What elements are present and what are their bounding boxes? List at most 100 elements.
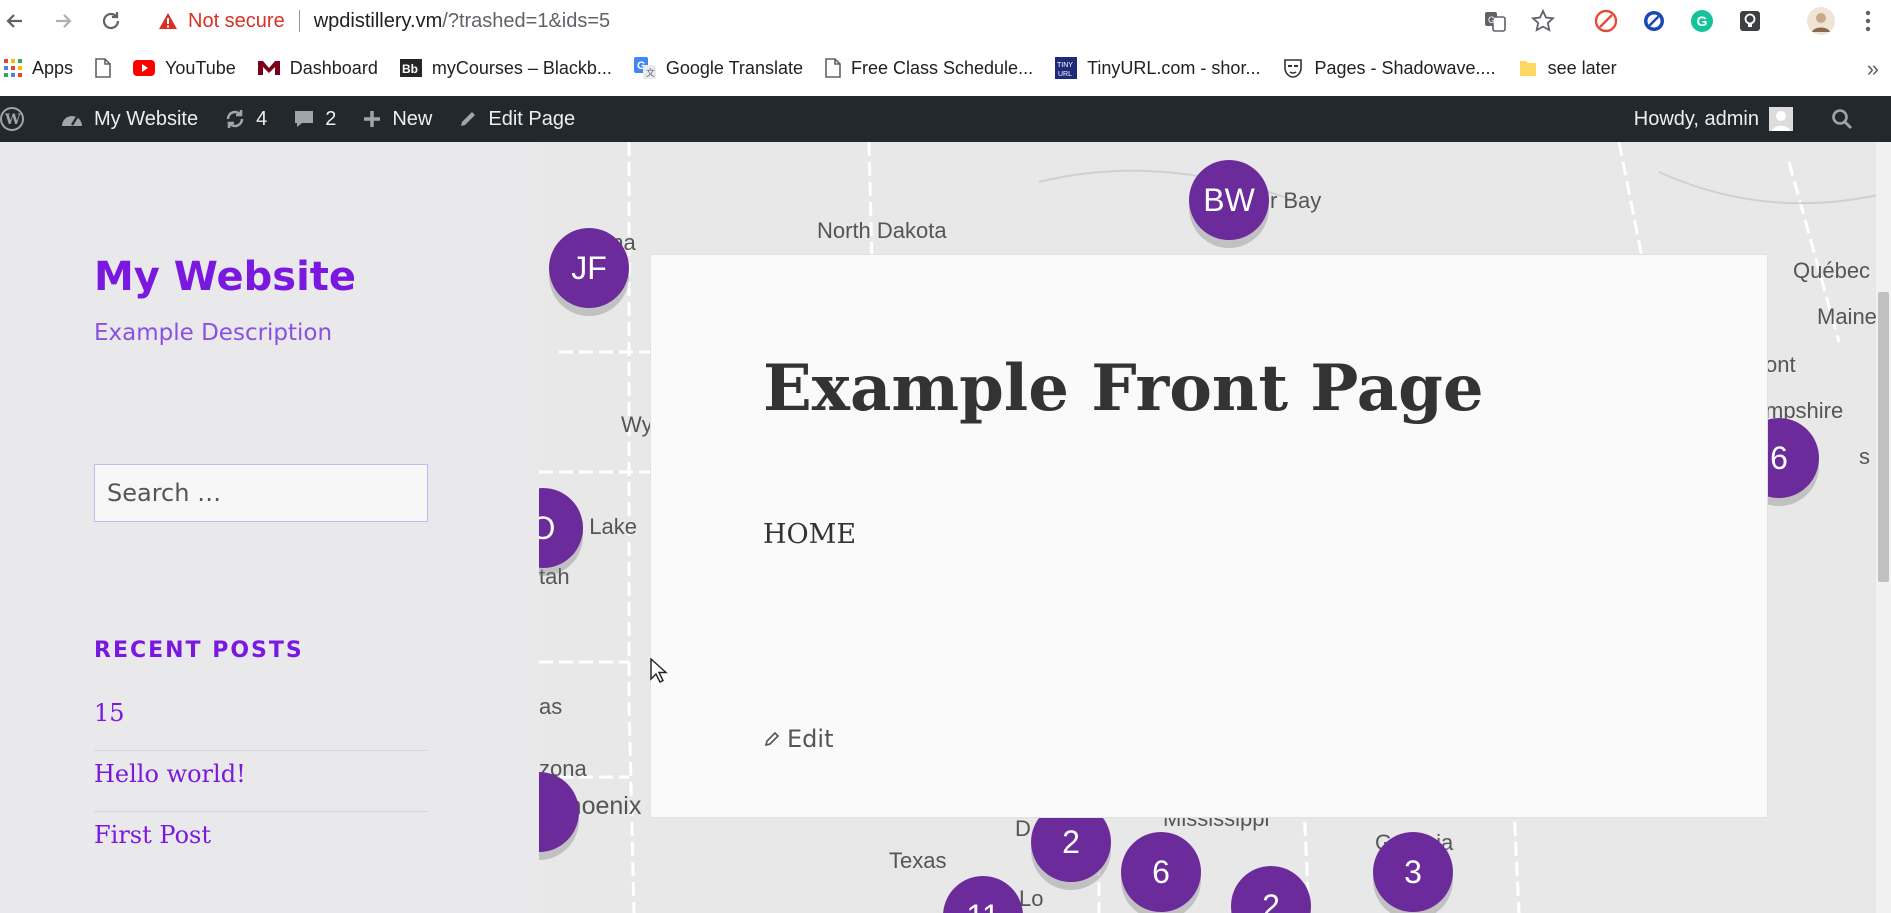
search-icon [1832,109,1852,129]
grammarly-button[interactable]: G [1689,8,1715,34]
extension-3-button[interactable] [1737,8,1763,34]
map-label: Lo [1019,886,1044,911]
edit-page-label: Edit Page [488,107,576,130]
map-label: Texas [889,848,947,873]
warning-triangle-icon [159,13,177,29]
map-cluster-marker[interactable]: BW [1189,160,1269,240]
svg-text:TINY: TINY [1057,62,1073,69]
page-scrollbar[interactable] [1876,142,1891,913]
bookmarks-overflow-button[interactable]: » [1867,56,1879,82]
updates-count: 4 [256,107,268,130]
map-label: Maine [1817,304,1877,329]
translate-button[interactable]: G [1482,8,1508,34]
apps-grid-icon [4,59,22,77]
dashboard-gauge-icon [62,116,82,126]
bookmark-label: YouTube [165,57,236,78]
recent-post-link[interactable]: 15 [94,690,428,751]
back-arrow-icon [6,14,22,28]
kebab-menu-icon [1865,10,1871,32]
map-label: D [1015,816,1031,841]
grammarly-icon: G [1691,10,1713,32]
bookmark-apps[interactable]: Apps [4,58,73,79]
site-title[interactable]: My Website [94,254,356,300]
page-icon [95,58,111,78]
map-label: t Lake [577,514,637,539]
address-bar[interactable]: Not secure wpdistillery.vm/?trashed=1&id… [158,4,1458,38]
my-account-menu[interactable]: Howdy, admin [1634,107,1803,131]
bookmark-see-later[interactable]: see later [1518,58,1617,79]
star-icon [1531,9,1555,32]
recent-post-link[interactable]: Hello world! [94,751,428,812]
bookmark-shadowave[interactable]: Pages - Shadowave.... [1282,57,1496,79]
bookmark-tinyurl[interactable]: TINY URL TinyURL.com - shor... [1055,57,1260,79]
search-input[interactable]: Search … [94,464,428,522]
admin-bar-secondary: Howdy, admin [1634,96,1891,142]
browser-toolbar: Not secure wpdistillery.vm/?trashed=1&id… [0,0,1891,42]
extension-1-button[interactable] [1593,8,1619,34]
wp-admin-bar: W My Website 4 2 New Edit Page Howdy, ad… [0,96,1891,142]
pencil-icon [461,112,476,126]
edit-link-label: Edit [787,725,834,753]
map-cluster-marker[interactable]: JF [549,228,629,308]
new-content-menu[interactable]: New [362,108,432,131]
bookmark-dashboard[interactable]: Dashboard [257,58,378,79]
security-indicator[interactable]: Not secure [158,10,285,33]
bookmark-label: Pages - Shadowave.... [1314,57,1496,78]
profile-avatar-button[interactable] [1806,6,1836,36]
svg-text:W: W [4,112,21,128]
recent-posts-list: 15 Hello world! First Post [94,690,428,872]
map-label: as [539,694,563,719]
svg-text:G: G [1488,15,1495,25]
comments-menu[interactable]: 2 [293,108,336,131]
bookmark-blackboard[interactable]: Bb myCourses – Blackb... [399,57,612,79]
blackboard-icon: Bb [399,59,422,77]
map-cluster-marker[interactable]: 6 [1121,832,1201,912]
url-path: /?trashed=1&ids=5 [442,9,611,32]
svg-text:URL: URL [1058,71,1072,78]
bookmark-label: Apps [32,57,74,78]
browser-menu-button[interactable] [1855,8,1881,34]
bookmark-label: myCourses – Blackb... [431,57,612,78]
page-viewport: ana North Dakota under Bay Québec Maine … [0,142,1891,913]
updates-menu[interactable]: 4 [224,108,267,131]
admin-bar-search[interactable] [1831,108,1863,130]
extension-2-button[interactable] [1641,8,1667,34]
bookmark-label: see later [1547,57,1617,78]
page-title: Example Front Page [763,351,1484,426]
bookmark-label: TinyURL.com - shor... [1087,57,1261,78]
svg-text:Bb: Bb [402,62,418,76]
forward-button[interactable] [48,6,78,36]
content-card: Example Front Page HOME Edit [650,254,1768,818]
michigan-m-icon [257,59,280,77]
bookmark-star-button[interactable] [1530,8,1556,34]
bookmarks-bar: Apps YouTube Dashboard Bb myCourses – Bl… [0,48,1891,88]
bookmark-youtube[interactable]: YouTube [133,58,236,79]
scrollbar-thumb[interactable] [1878,292,1889,582]
edit-page-link[interactable]: Edit Page [458,108,575,131]
tinyurl-icon: TINY URL [1055,57,1078,79]
profile-avatar-icon [1807,7,1835,35]
bookmark-free-class-schedule[interactable]: Free Class Schedule... [825,58,1033,79]
svg-text:G: G [1697,13,1708,29]
sidebar: My Website Example Description Search … … [0,142,539,913]
wordpress-logo-icon: W [0,107,24,131]
map-cluster-marker[interactable]: 3 [1373,832,1453,912]
site-name-menu[interactable]: My Website [60,108,198,131]
recent-posts-heading: RECENT POSTS [94,638,304,663]
reload-button[interactable] [96,6,126,36]
youtube-icon [133,60,156,76]
wp-logo-menu[interactable]: W [0,107,34,131]
back-button[interactable] [0,6,30,36]
bookmark-page[interactable] [95,58,111,78]
mouse-cursor-icon [650,658,668,683]
edit-link[interactable]: Edit [763,725,833,753]
mask-icon [1282,57,1304,79]
recent-post-link[interactable]: First Post [94,812,428,872]
bookmark-google-translate[interactable]: G文 Google Translate [633,57,803,79]
lightbulb-extension-icon [1740,11,1760,31]
bookmark-label: Free Class Schedule... [850,57,1034,78]
comments-count: 2 [325,107,337,130]
plus-icon [364,111,381,127]
url-separator [298,10,300,32]
map-label: Wy [621,412,653,437]
